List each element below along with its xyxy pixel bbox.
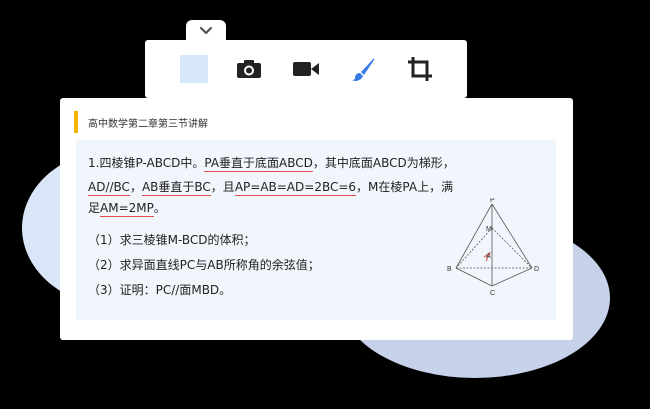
underlined-condition: AP=AB=AD=2BC=6 — [234, 180, 357, 196]
label-m: M — [486, 226, 492, 233]
annotate-brush-button[interactable] — [348, 54, 378, 84]
chevron-down-icon — [199, 26, 213, 35]
question-3: （3）证明：PC//面MBD。 — [88, 283, 232, 297]
problem-text: 足 — [88, 201, 101, 215]
lesson-card: 高中数学第二章第三节讲解 1.四棱锥P-ABCD中。PA垂直于底面ABCD，其中… — [60, 98, 573, 340]
video-icon — [293, 62, 319, 76]
problem-line-2: AD//BC，AB垂直于BC，且AP=AB=AD=2BC=6，M在棱PA上，满 — [88, 178, 454, 196]
label-a: A — [486, 253, 491, 260]
question-2: （2）求异面直线PC与AB所称角的余弦值； — [88, 258, 320, 272]
record-video-button[interactable] — [291, 54, 321, 84]
pyramid-figure: P M A B C D — [447, 198, 539, 297]
crop-button[interactable] — [405, 54, 435, 84]
title-accent-bar — [74, 111, 78, 133]
label-b: B — [447, 266, 452, 273]
question-1: （1）求三棱锥M-BCD的体积； — [88, 233, 256, 247]
problem-line-3: 足AM=2MP。 — [88, 199, 166, 217]
label-d: D — [534, 266, 539, 273]
underlined-condition: PA垂直于底面ABCD — [204, 156, 313, 172]
label-c: C — [490, 290, 495, 297]
card-header: 高中数学第二章第三节讲解 — [74, 111, 208, 133]
label-p: P — [490, 198, 495, 204]
card-title: 高中数学第二章第三节讲解 — [88, 118, 208, 130]
color-swatch — [180, 55, 208, 83]
problem-line-1: 1.四棱锥P-ABCD中。PA垂直于底面ABCD，其中底面ABCD为梯形， — [88, 154, 455, 172]
color-swatch-button[interactable] — [179, 54, 209, 84]
crop-icon — [408, 57, 432, 81]
problem-text: ，且 — [210, 180, 235, 194]
underlined-condition: AB垂直于BC — [141, 180, 211, 196]
underlined-condition: AM=2MP — [100, 201, 154, 217]
camera-icon — [237, 60, 261, 78]
problem-text: ，M在棱PA上，满 — [356, 180, 454, 194]
screenshot-button[interactable] — [234, 54, 264, 84]
problem-text: 。 — [153, 201, 166, 215]
problem-text: 1.四棱锥P-ABCD中。 — [88, 156, 205, 170]
problem-text: ，其中底面ABCD为梯形， — [312, 156, 455, 170]
problem-content: 1.四棱锥P-ABCD中。PA垂直于底面ABCD，其中底面ABCD为梯形， AD… — [76, 140, 556, 320]
capture-toolbar — [145, 40, 467, 98]
brush-icon — [352, 58, 374, 81]
problem-text: ， — [129, 180, 142, 194]
underlined-condition: AD//BC — [88, 180, 130, 196]
toolbar-collapse-handle[interactable] — [186, 20, 226, 42]
